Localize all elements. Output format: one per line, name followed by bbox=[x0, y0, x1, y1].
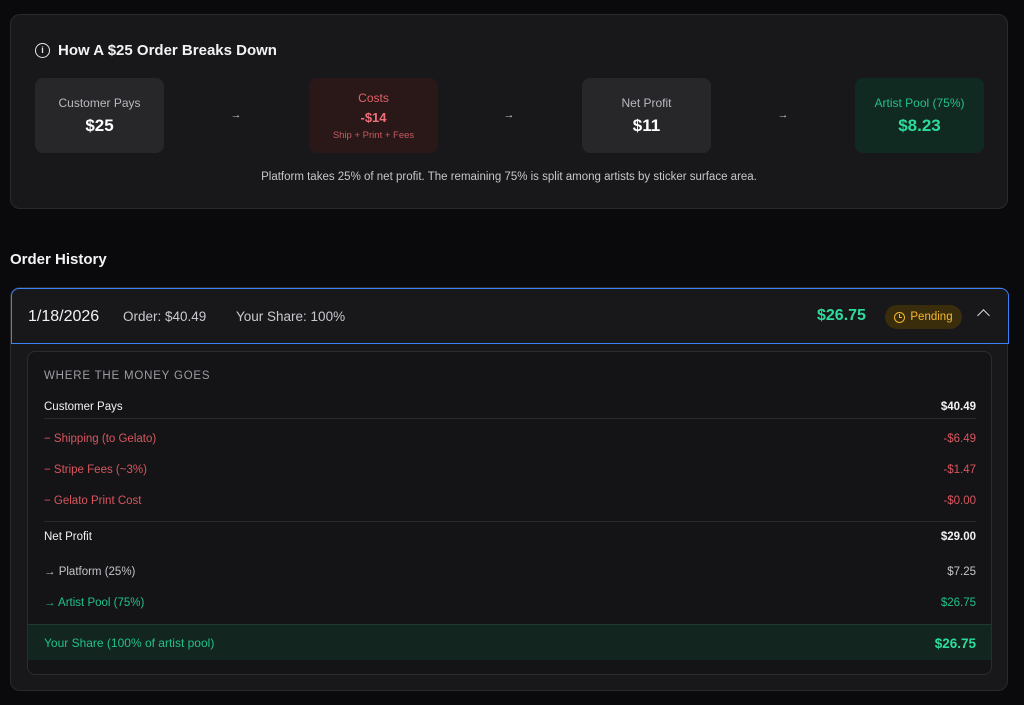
customer-pays-box: Customer Pays $25 bbox=[35, 78, 164, 153]
cost-row-value: -$1.47 bbox=[943, 464, 976, 476]
chevron-up-icon[interactable] bbox=[977, 309, 990, 322]
cost-row-stripe: − Stripe Fees (~3%) -$1.47 bbox=[44, 460, 976, 480]
net-profit-row-value: $29.00 bbox=[940, 531, 976, 543]
your-share-label: Your Share (100% of artist pool) bbox=[44, 636, 215, 650]
customer-pays-label: Customer Pays bbox=[58, 95, 141, 110]
artist-pool-label: Artist Pool (75%) bbox=[874, 95, 965, 110]
your-share-row: Your Share (100% of artist pool) $26.75 bbox=[28, 624, 991, 660]
cost-row-label: − Shipping (to Gelato) bbox=[44, 433, 157, 445]
customer-pays-row-value: $40.49 bbox=[940, 401, 976, 413]
costs-sub: Ship + Print + Fees bbox=[332, 129, 415, 141]
artist-pool-row-value: $26.75 bbox=[940, 597, 976, 609]
net-profit-label: Net Profit bbox=[621, 95, 672, 110]
breakdown-card: i How A $25 Order Breaks Down Customer P… bbox=[10, 14, 1008, 209]
customer-pays-row: Customer Pays $40.49 bbox=[44, 397, 976, 417]
cost-row-label: − Stripe Fees (~3%) bbox=[44, 464, 147, 476]
order-date: 1/18/2026 bbox=[28, 308, 100, 325]
net-profit-value: $11 bbox=[632, 115, 661, 135]
cost-row-shipping: − Shipping (to Gelato) -$6.49 bbox=[44, 429, 976, 449]
cost-row-print: − Gelato Print Cost -$0.00 bbox=[44, 491, 976, 511]
order-row-header[interactable]: 1/18/2026 Order: $40.49 Your Share: 100%… bbox=[11, 288, 1009, 344]
status-badge: Pending bbox=[885, 305, 962, 329]
net-profit-row: Net Profit $29.00 bbox=[44, 527, 976, 547]
platform-row-label: → Platform (25%) bbox=[44, 566, 136, 578]
cost-row-label: − Gelato Print Cost bbox=[44, 495, 142, 507]
cost-row-value: -$0.00 bbox=[943, 495, 976, 507]
artist-pool-row-label: → Artist Pool (75%) bbox=[44, 597, 145, 609]
costs-value: -$14 bbox=[360, 109, 387, 125]
costs-box: Costs -$14 Ship + Print + Fees bbox=[309, 78, 438, 153]
breakdown-title: i How A $25 Order Breaks Down bbox=[35, 42, 277, 59]
artist-pool-value: $8.23 bbox=[898, 115, 941, 135]
costs-label: Costs bbox=[358, 90, 389, 105]
divider bbox=[44, 418, 976, 419]
arrow-right-icon: → bbox=[777, 109, 789, 121]
artist-pool-row: → Artist Pool (75%) $26.75 bbox=[44, 593, 976, 613]
info-icon: i bbox=[35, 43, 50, 58]
order-history-title: Order History bbox=[10, 251, 107, 268]
order-amount: $26.75 bbox=[817, 307, 866, 324]
your-share-value: $26.75 bbox=[934, 635, 976, 651]
breakdown-title-text: How A $25 Order Breaks Down bbox=[58, 42, 277, 59]
arrow-right-icon: → bbox=[503, 109, 515, 121]
net-profit-row-label: Net Profit bbox=[44, 531, 92, 543]
order-your-share: Your Share: 100% bbox=[236, 309, 346, 324]
clock-icon bbox=[894, 311, 906, 323]
platform-row: → Platform (25%) $7.25 bbox=[44, 562, 976, 582]
status-badge-label: Pending bbox=[910, 311, 953, 323]
order-total: Order: $40.49 bbox=[123, 309, 207, 324]
customer-pays-value: $25 bbox=[85, 115, 114, 135]
breakdown-note: Platform takes 25% of net profit. The re… bbox=[261, 171, 757, 183]
money-breakdown-card: WHERE THE MONEY GOES Customer Pays $40.4… bbox=[27, 351, 992, 675]
customer-pays-row-label: Customer Pays bbox=[44, 401, 123, 413]
artist-pool-box: Artist Pool (75%) $8.23 bbox=[855, 78, 984, 153]
net-profit-box: Net Profit $11 bbox=[582, 78, 711, 153]
arrow-right-icon: → bbox=[230, 109, 242, 121]
cost-row-value: -$6.49 bbox=[943, 433, 976, 445]
order-panel: 1/18/2026 Order: $40.49 Your Share: 100%… bbox=[10, 287, 1009, 691]
money-heading: WHERE THE MONEY GOES bbox=[44, 370, 211, 382]
divider bbox=[44, 521, 976, 522]
platform-row-value: $7.25 bbox=[947, 566, 976, 578]
